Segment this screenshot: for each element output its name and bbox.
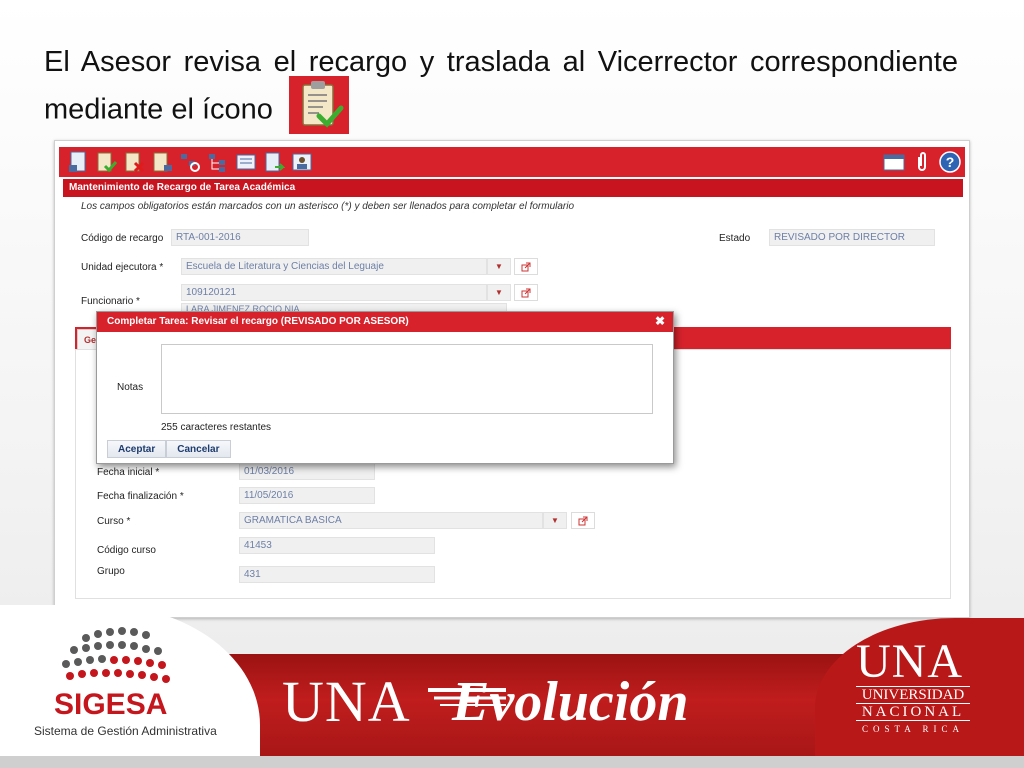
notes-textarea[interactable] (161, 344, 653, 414)
form-icon[interactable] (233, 149, 259, 175)
slide-caption: El Asesor revisa el recargo y traslada a… (44, 42, 958, 140)
curso-dropdown-arrow[interactable]: ▼ (543, 512, 567, 529)
complete-task-dialog: Completar Tarea: Revisar el recargo (REV… (96, 311, 674, 464)
unidad-external-link-icon[interactable] (514, 258, 538, 275)
attachment-icon[interactable] (909, 149, 935, 175)
toolbar: ? (59, 147, 965, 177)
close-icon[interactable]: ✖ (655, 314, 665, 328)
svg-text:?: ? (946, 154, 955, 170)
toolbar-right: ? (881, 149, 965, 175)
universidad-word: UNIVERSIDAD (856, 686, 970, 704)
funcionario-external-link-icon[interactable] (514, 284, 538, 301)
unidad-label: Unidad ejecutora * (81, 262, 164, 273)
sigesa-title: SIGESA (54, 688, 168, 721)
funcionario-label: Funcionario * (81, 296, 140, 307)
fecha-fin-label: Fecha finalización * (97, 491, 184, 502)
cancel-button[interactable]: Cancelar (166, 440, 231, 458)
sigesa-logo-dots-icon (62, 627, 170, 683)
codigo-label: Código de recargo (81, 233, 164, 244)
window-icon[interactable] (881, 149, 907, 175)
dialog-buttons: Aceptar Cancelar (107, 440, 231, 458)
funcionario-select[interactable]: 109120121 (181, 284, 487, 301)
hierarchy-search-icon[interactable] (177, 149, 203, 175)
curso-label: Curso * (97, 516, 131, 527)
universidad-nacional-text: UNIVERSIDAD NACIONAL COSTA RICA (856, 686, 970, 737)
user-card-icon[interactable] (289, 149, 315, 175)
dialog-title: Completar Tarea: Revisar el recargo (REV… (107, 316, 409, 327)
nacional-word: NACIONAL (856, 704, 970, 721)
chars-remaining: 255 caracteres restantes (161, 422, 272, 433)
notes-label: Notas (117, 382, 144, 393)
codigo-curso-label: Código curso (97, 545, 156, 556)
dialog-header: Completar Tarea: Revisar el recargo (REV… (97, 312, 673, 332)
costa-rica-word: COSTA RICA (861, 724, 965, 734)
grupo-label: Grupo (97, 566, 125, 577)
curso-external-link-icon[interactable] (571, 512, 595, 529)
footer-strip (0, 756, 1024, 768)
caption-text: El Asesor revisa el recargo y traslada a… (44, 46, 958, 126)
required-notice: Los campos obligatorios están marcados c… (81, 201, 575, 212)
hierarchy-icon[interactable] (205, 149, 231, 175)
codigo-field[interactable]: RTA-001-2016 (171, 229, 309, 246)
document-send-icon[interactable] (261, 149, 287, 175)
new-document-icon[interactable] (65, 149, 91, 175)
evolucion-wordmark: Evolución (452, 671, 689, 733)
estado-field[interactable]: REVISADO POR DIRECTOR (769, 229, 935, 246)
fecha-inicial-field[interactable]: 01/03/2016 (239, 463, 375, 480)
section-title: Mantenimiento de Recargo de Tarea Académ… (63, 179, 963, 197)
clipboard-approve-icon[interactable] (93, 149, 119, 175)
funcionario-dropdown-arrow[interactable]: ▼ (487, 284, 511, 301)
fecha-fin-field[interactable]: 11/05/2016 (239, 487, 375, 504)
una-wordmark: UNA (282, 669, 411, 734)
clipboard-edit-icon[interactable] (149, 149, 175, 175)
accept-button[interactable]: Aceptar (107, 440, 167, 458)
curso-select[interactable]: GRAMATICA BASICA (239, 512, 543, 529)
unidad-dropdown-arrow[interactable]: ▼ (487, 258, 511, 275)
sigesa-subtitle: Sistema de Gestión Administrativa (34, 724, 217, 738)
fecha-inicial-label: Fecha inicial * (97, 467, 160, 478)
clipboard-reject-icon[interactable] (121, 149, 147, 175)
codigo-curso-field[interactable]: 41453 (239, 537, 435, 554)
help-icon[interactable]: ? (937, 149, 963, 175)
clipboard-check-icon (289, 76, 349, 134)
grupo-field[interactable]: 431 (239, 566, 435, 583)
una-logo-right: UNA (856, 635, 963, 688)
unidad-select[interactable]: Escuela de Literatura y Ciencias del Leg… (181, 258, 487, 275)
estado-label: Estado (719, 233, 751, 244)
